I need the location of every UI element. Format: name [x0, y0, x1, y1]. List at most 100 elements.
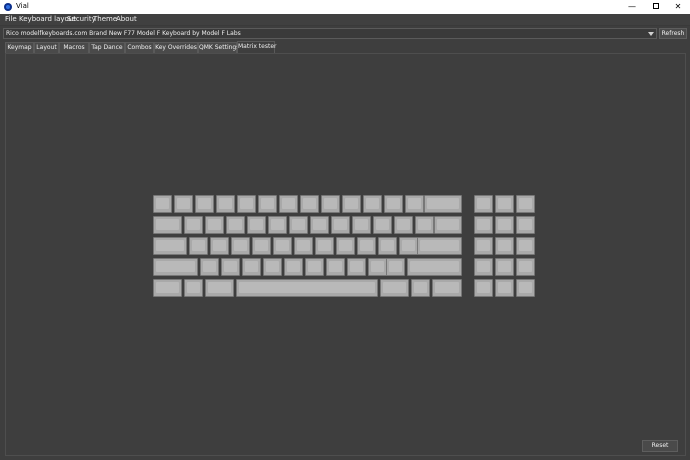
matrix-key [417, 237, 462, 255]
matrix-key [184, 279, 203, 297]
matrix-key [342, 195, 361, 213]
matrix-key [284, 258, 303, 276]
matrix-key [357, 237, 376, 255]
matrix-key [289, 216, 308, 234]
matrix-key [394, 216, 413, 234]
matrix-key [434, 216, 462, 234]
matrix-key [279, 195, 298, 213]
matrix-key [153, 195, 172, 213]
menu-theme[interactable]: Theme [93, 15, 117, 23]
refresh-button[interactable]: Refresh [659, 28, 687, 39]
matrix-key [216, 195, 235, 213]
matrix-key [380, 279, 409, 297]
matrix-key [495, 195, 514, 213]
matrix-key [236, 279, 378, 297]
device-select-value: Rico modelfkeyboards.com Brand New F77 M… [6, 30, 241, 37]
close-button[interactable]: ✕ [666, 0, 690, 14]
title-bar: Vial — ✕ [0, 0, 690, 14]
reset-button[interactable]: Reset [642, 440, 678, 452]
tab-keymap[interactable]: Keymap [5, 42, 34, 53]
tab-macros[interactable]: Macros [59, 42, 89, 53]
matrix-key [352, 216, 371, 234]
matrix-key [516, 237, 535, 255]
matrix-key [315, 237, 334, 255]
matrix-key [399, 237, 418, 255]
matrix-key [153, 216, 182, 234]
matrix-key [305, 258, 324, 276]
matrix-key [495, 258, 514, 276]
vial-app-icon [4, 3, 12, 11]
maximize-icon [653, 2, 659, 9]
matrix-key [174, 195, 193, 213]
matrix-key [200, 258, 219, 276]
matrix-key [474, 258, 493, 276]
matrix-key [231, 237, 250, 255]
matrix-key [294, 237, 313, 255]
matrix-key [184, 216, 203, 234]
matrix-key [252, 237, 271, 255]
matrix-key [210, 237, 229, 255]
matrix-key [405, 195, 424, 213]
matrix-key [386, 258, 405, 276]
menu-about[interactable]: About [116, 15, 137, 23]
matrix-key [516, 195, 535, 213]
matrix-key [474, 195, 493, 213]
matrix-key [411, 279, 430, 297]
tab-combos[interactable]: Combos [125, 42, 154, 53]
matrix-key [495, 279, 514, 297]
matrix-key [474, 279, 493, 297]
matrix-key [516, 258, 535, 276]
matrix-key [226, 216, 245, 234]
chevron-down-icon [648, 32, 654, 36]
matrix-key [247, 216, 266, 234]
matrix-key [336, 237, 355, 255]
matrix-key [378, 237, 397, 255]
matrix-key [258, 195, 277, 213]
minimize-button[interactable]: — [620, 0, 644, 14]
matrix-key [310, 216, 329, 234]
matrix-key [326, 258, 345, 276]
tab-qmk-settings[interactable]: QMK Settings [198, 42, 239, 53]
matrix-key [189, 237, 208, 255]
matrix-key [424, 195, 462, 213]
matrix-key [300, 195, 319, 213]
matrix-key [347, 258, 366, 276]
matrix-key [368, 258, 387, 276]
matrix-key [221, 258, 240, 276]
matrix-key [195, 195, 214, 213]
matrix-key [516, 216, 535, 234]
matrix-key [205, 216, 224, 234]
menu-file[interactable]: File [5, 15, 17, 23]
matrix-key [268, 216, 287, 234]
maximize-button[interactable] [644, 0, 668, 14]
matrix-key [363, 195, 382, 213]
menu-bar: File Keyboard layout Security Theme Abou… [0, 14, 690, 26]
tab-matrix-tester[interactable]: Matrix tester [237, 41, 276, 53]
matrix-key [205, 279, 234, 297]
menu-security[interactable]: Security [67, 15, 96, 23]
matrix-key [373, 216, 392, 234]
matrix-key [495, 237, 514, 255]
matrix-key [237, 195, 256, 213]
matrix-key [153, 237, 187, 255]
matrix-key [495, 216, 514, 234]
tab-layout[interactable]: Layout [34, 42, 59, 53]
matrix-key [321, 195, 340, 213]
device-select[interactable]: Rico modelfkeyboards.com Brand New F77 M… [3, 28, 657, 39]
matrix-key [384, 195, 403, 213]
matrix-key [474, 216, 493, 234]
matrix-key [263, 258, 282, 276]
matrix-key [331, 216, 350, 234]
matrix-key [474, 237, 493, 255]
matrix-key [516, 279, 535, 297]
tab-key-overrides[interactable]: Key Overrides [154, 42, 198, 53]
matrix-key [432, 279, 462, 297]
matrix-key [407, 258, 462, 276]
window-title: Vial [16, 2, 29, 10]
matrix-key [415, 216, 434, 234]
matrix-key [153, 279, 182, 297]
matrix-key [153, 258, 198, 276]
matrix-key [273, 237, 292, 255]
tab-tap-dance[interactable]: Tap Dance [89, 42, 125, 53]
matrix-key [242, 258, 261, 276]
